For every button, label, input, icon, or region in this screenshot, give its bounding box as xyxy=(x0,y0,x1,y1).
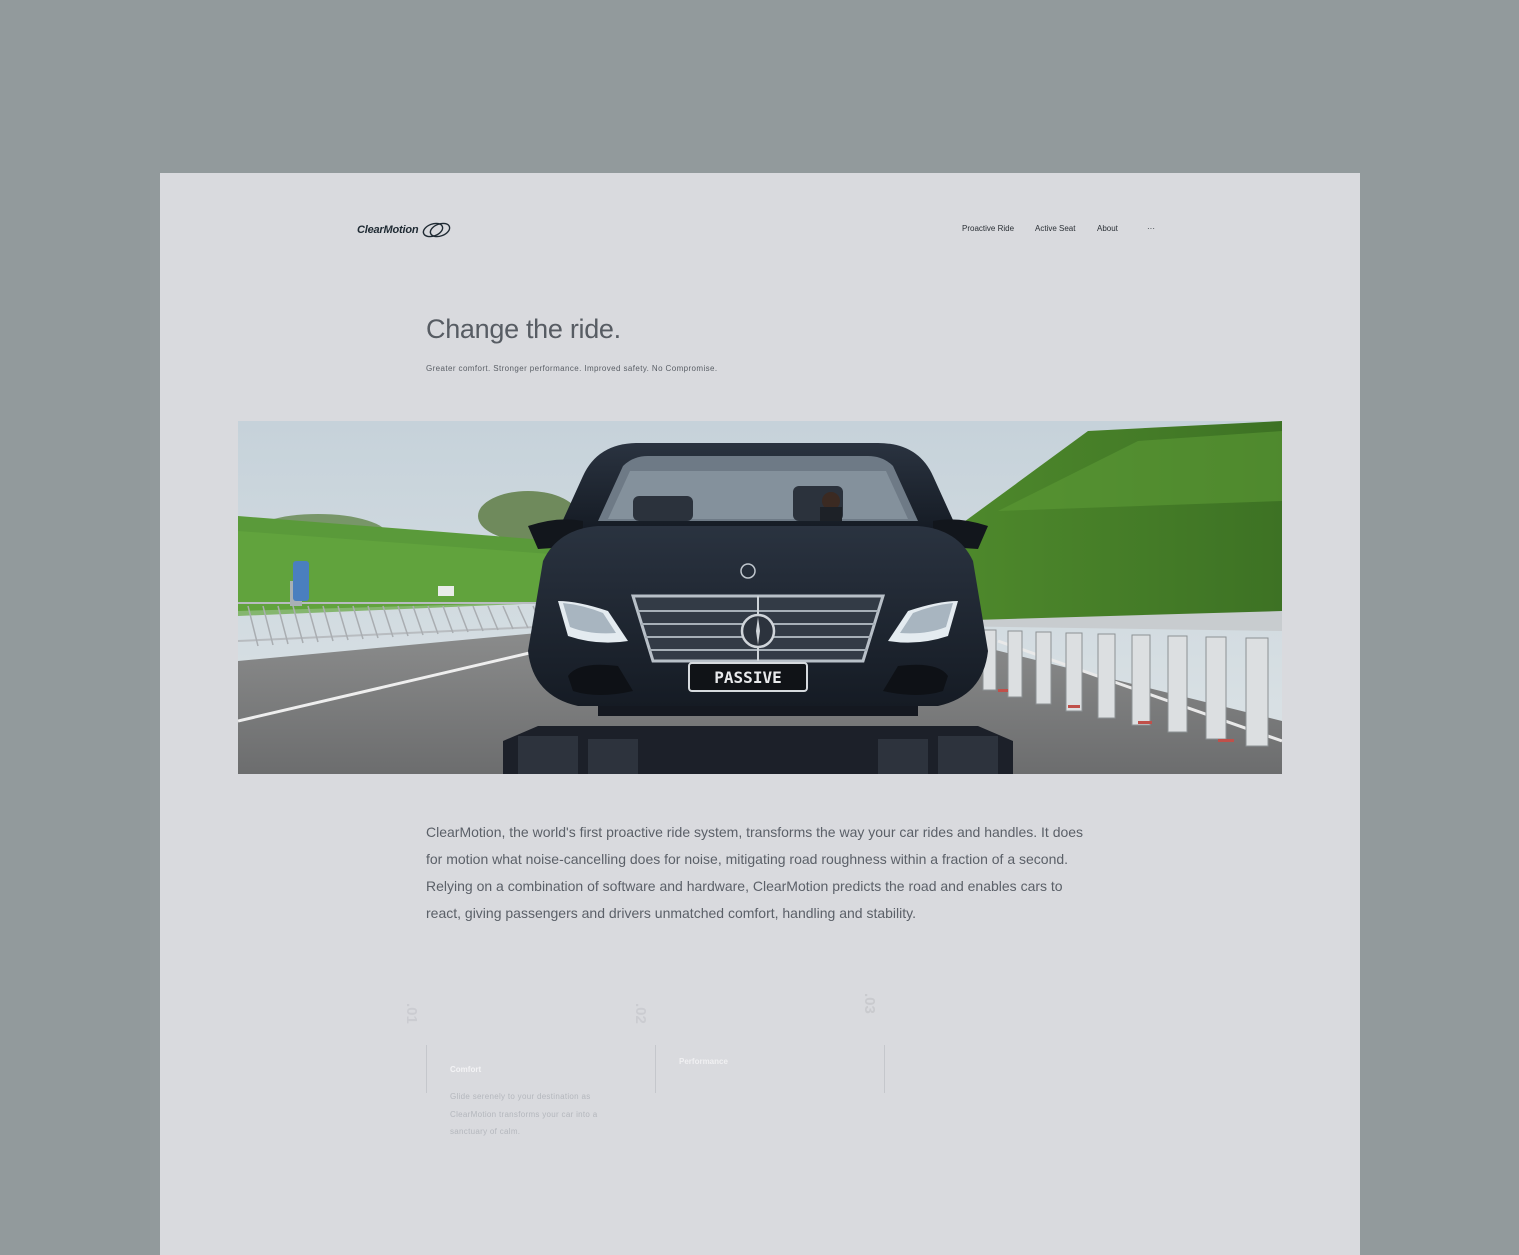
feature-divider xyxy=(884,1045,885,1093)
feature-number: .02 xyxy=(632,1003,649,1024)
feature-third: .03 xyxy=(861,993,1084,1143)
hero-subtitle: Greater comfort. Stronger performance. I… xyxy=(426,364,718,373)
feature-number: .03 xyxy=(861,993,878,1014)
hero-video[interactable]: PASSIVE xyxy=(238,421,1282,774)
feature-performance: .02 Performance xyxy=(632,1003,855,1143)
hero-title: Change the ride. xyxy=(426,314,621,344)
feature-number: .01 xyxy=(403,1003,420,1024)
intro-paragraph: ClearMotion, the world's first proactive… xyxy=(426,824,1084,921)
license-plate-text: PASSIVE xyxy=(714,668,781,687)
page-frame: ClearMotion Proactive Ride Active Seat A… xyxy=(160,173,1360,1255)
nav-item-active-seat[interactable]: Active Seat xyxy=(1035,224,1075,233)
nav-item-proactive-ride[interactable]: Proactive Ride xyxy=(962,224,1014,233)
feature-divider xyxy=(655,1045,656,1093)
feature-divider xyxy=(426,1045,427,1093)
feature-description: Glide serenely to your destination as Cl… xyxy=(450,1092,598,1136)
nav-item-about[interactable]: About xyxy=(1097,224,1118,233)
car-on-road-illustration: PASSIVE xyxy=(238,421,1282,774)
feature-title: Performance xyxy=(679,1057,728,1066)
ellipsis-icon[interactable]: ··· xyxy=(1147,224,1155,233)
feature-title: Comfort xyxy=(450,1065,482,1074)
main-nav: Proactive Ride Active Seat About ··· xyxy=(160,224,1360,238)
feature-comfort: .01 Comfort Glide serenely to your desti… xyxy=(403,1003,626,1143)
